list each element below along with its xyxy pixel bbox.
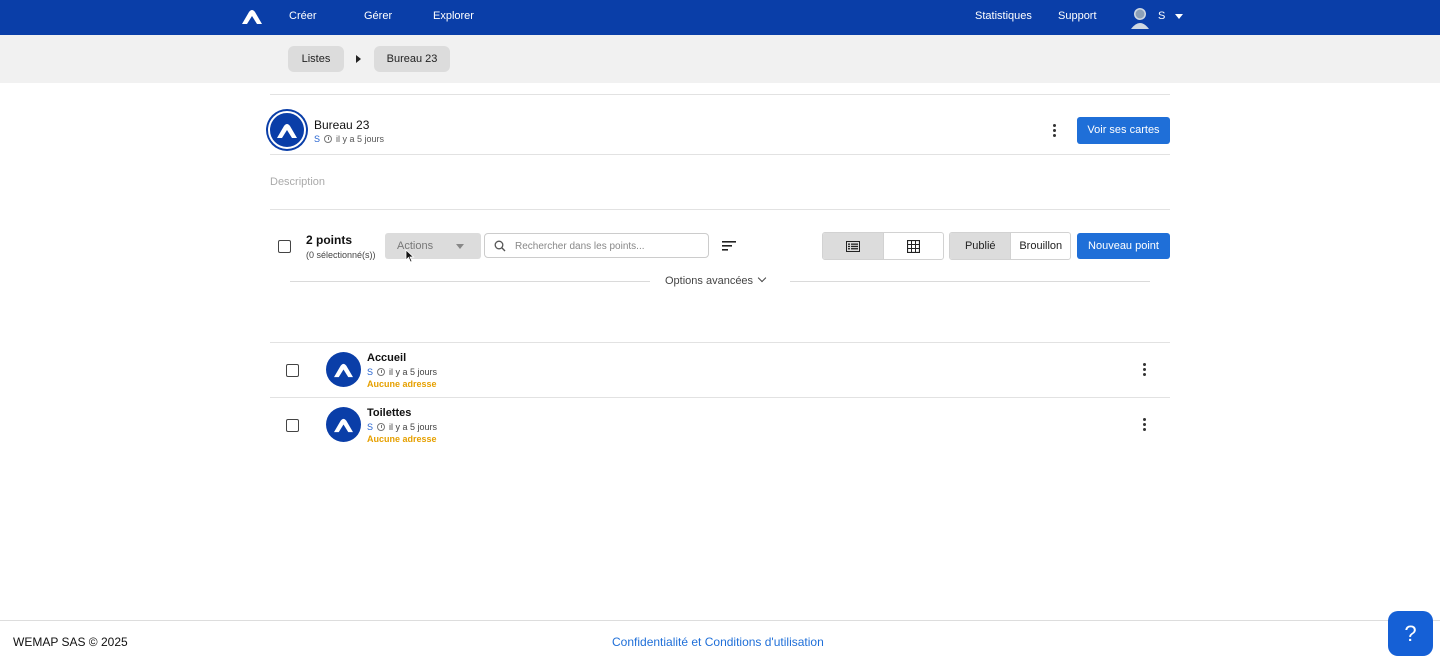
points-count: 2 points: [306, 233, 353, 247]
footer-legal-link[interactable]: Confidentialité et Conditions d'utilisat…: [612, 635, 824, 649]
list-avatar: [268, 111, 306, 149]
divider: [270, 94, 1170, 95]
point-name[interactable]: Toilettes: [367, 407, 411, 419]
caret-down-icon: [456, 244, 464, 249]
divider: [790, 281, 1150, 282]
clock-icon: [377, 368, 386, 376]
point-meta: S il y a 5 jours: [367, 367, 437, 377]
nav-create[interactable]: Créer: [289, 10, 317, 22]
view-toggle: [822, 232, 944, 260]
point-avatar: [326, 352, 361, 387]
wemap-logo-icon: [277, 124, 297, 138]
sort-icon[interactable]: [722, 240, 736, 252]
top-navbar: Créer Gérer Explorer Statistiques Suppor…: [0, 0, 1440, 35]
clock-icon: [377, 423, 386, 431]
breadcrumb: Listes Bureau 23: [0, 35, 1440, 83]
footer: WEMAP SAS © 2025 Confidentialité et Cond…: [0, 620, 1440, 663]
divider: [270, 154, 1170, 155]
nav-manage[interactable]: Gérer: [364, 10, 392, 22]
mouse-cursor-icon: [405, 249, 415, 263]
list-view-icon: [846, 240, 861, 252]
description-field[interactable]: Description: [270, 176, 325, 188]
advanced-options-label: Options avancées: [665, 275, 754, 287]
divider: [270, 209, 1170, 210]
list-title: Bureau 23: [314, 118, 370, 132]
point-address: Aucune adresse: [367, 379, 437, 389]
grid-view-icon: [907, 239, 921, 253]
point-meta: S il y a 5 jours: [367, 422, 437, 432]
help-button[interactable]: ?: [1388, 611, 1433, 656]
row-checkbox[interactable]: [286, 419, 299, 432]
user-avatar-icon: [1131, 8, 1149, 29]
point-avatar: [326, 407, 361, 442]
selected-count: (0 sélectionné(s)): [306, 250, 376, 260]
advanced-options-toggle[interactable]: Options avancées: [665, 273, 767, 287]
wemap-logo-icon[interactable]: [240, 7, 264, 27]
search-box: [484, 233, 709, 258]
divider: [290, 281, 650, 282]
nav-support[interactable]: Support: [1058, 10, 1097, 22]
list-author[interactable]: S: [314, 134, 320, 144]
select-all-checkbox[interactable]: [278, 240, 291, 253]
new-point-button[interactable]: Nouveau point: [1077, 233, 1170, 259]
point-updated: il y a 5 jours: [389, 422, 438, 432]
breadcrumb-separator-icon: [356, 55, 361, 63]
row-more-icon[interactable]: [1137, 362, 1151, 378]
list-more-icon[interactable]: [1047, 123, 1061, 139]
actions-dropdown[interactable]: Actions: [385, 233, 481, 259]
nav-statistics[interactable]: Statistiques: [975, 10, 1032, 22]
search-input[interactable]: [515, 237, 700, 255]
footer-copyright: WEMAP SAS © 2025: [13, 635, 128, 649]
view-maps-button[interactable]: Voir ses cartes: [1077, 117, 1170, 144]
search-icon: [494, 240, 506, 252]
chevron-down-icon: [757, 273, 767, 283]
row-checkbox[interactable]: [286, 364, 299, 377]
point-address: Aucune adresse: [367, 434, 437, 444]
nav-explore[interactable]: Explorer: [433, 10, 474, 22]
actions-label: Actions: [397, 240, 434, 252]
wemap-logo-icon: [334, 418, 353, 433]
wemap-logo-icon: [334, 363, 353, 378]
table-row[interactable]: Accueil S il y a 5 jours Aucune adresse: [270, 342, 1170, 397]
point-author[interactable]: S: [367, 422, 373, 432]
breadcrumb-lists[interactable]: Listes: [288, 46, 344, 72]
grid-view-button[interactable]: [883, 233, 943, 259]
point-author[interactable]: S: [367, 367, 373, 377]
user-menu[interactable]: S: [1128, 5, 1188, 29]
list-view-button[interactable]: [823, 233, 884, 259]
list-updated: il y a 5 jours: [336, 134, 385, 144]
breadcrumb-current[interactable]: Bureau 23: [374, 46, 450, 72]
status-tab-published[interactable]: Publié: [950, 233, 1011, 259]
point-name[interactable]: Accueil: [367, 352, 406, 364]
table-row[interactable]: Toilettes S il y a 5 jours Aucune adress…: [270, 397, 1170, 452]
status-tab-draft[interactable]: Brouillon: [1010, 233, 1070, 259]
clock-icon: [324, 135, 333, 143]
row-more-icon[interactable]: [1137, 417, 1151, 433]
list-meta: S il y a 5 jours: [314, 134, 384, 144]
user-initial: S: [1158, 10, 1166, 22]
point-updated: il y a 5 jours: [389, 367, 438, 377]
status-toggle: Publié Brouillon: [949, 232, 1071, 260]
user-caret-icon: [1175, 14, 1183, 19]
